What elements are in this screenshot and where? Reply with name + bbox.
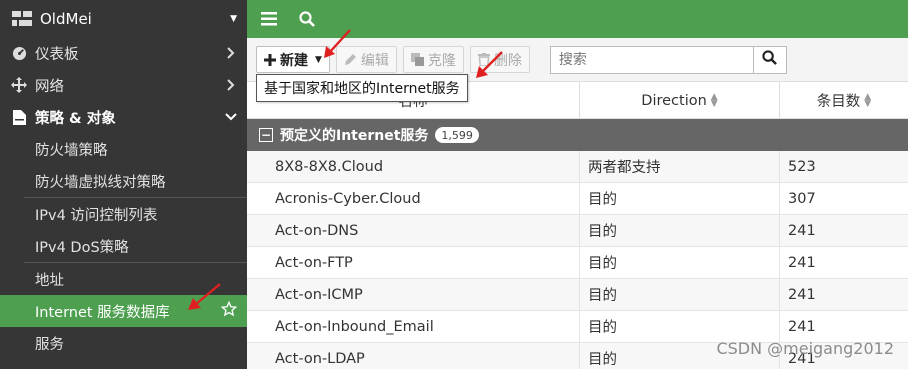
annotation-arrow-icon [324, 29, 351, 58]
search-box [549, 45, 787, 74]
sidebar-item-label: IPv4 访问控制列表 [35, 207, 158, 224]
cell-direction: 两者都支持 [580, 151, 780, 182]
chevron-down-icon: ▼ [230, 13, 237, 24]
document-icon [10, 109, 28, 125]
annotation-arrow-icon [188, 283, 221, 310]
network-icon [10, 77, 28, 93]
table-body: 8X8-8X8.Cloud 两者都支持 523 Acronis-Cyber.Cl… [247, 151, 908, 369]
edit-button-label: 编辑 [360, 52, 389, 69]
chevron-right-icon [225, 47, 237, 59]
sidebar-item-network[interactable]: 网络 [0, 69, 247, 101]
cell-entries: 241 [788, 318, 816, 335]
sidebar-item-firewall-policy[interactable]: 防火墙策略 [0, 133, 247, 165]
search-icon[interactable] [297, 9, 317, 29]
sidebar-item-label: 网络 [35, 78, 64, 95]
column-header-direction[interactable]: Direction ▲ ▼ [580, 82, 780, 119]
cell-name: Act-on-DNS [247, 215, 580, 246]
clone-button[interactable]: 克隆 [402, 46, 464, 73]
device-logo-icon [12, 11, 34, 27]
sidebar-item-services[interactable]: 服务 [0, 327, 247, 359]
group-row[interactable]: − 预定义的Internet服务 1,599 [247, 119, 908, 151]
sidebar-item-dashboard[interactable]: 仪表板 [0, 37, 247, 69]
clone-icon [410, 53, 424, 66]
plus-icon [264, 53, 276, 66]
device-name: OldMei [40, 9, 92, 28]
cell-name: Act-on-FTP [247, 247, 580, 278]
sidebar-item-ipv4-dos-policy[interactable]: IPv4 DoS策略 [0, 230, 247, 262]
cell-direction: 目的 [580, 311, 780, 342]
watermark: CSDN @meigang2012 [716, 339, 894, 358]
table-row[interactable]: Act-on-ICMP 目的 241 [247, 279, 908, 311]
collapse-icon[interactable]: − [259, 128, 273, 142]
cell-entries: 523 [788, 158, 816, 175]
new-button-label: 新建 [280, 52, 308, 69]
cell-name: Act-on-ICMP [247, 279, 580, 310]
cell-direction: 目的 [580, 183, 780, 214]
column-label: Direction [641, 92, 707, 109]
search-icon [762, 50, 778, 69]
sidebar-item-label: IPv4 DoS策略 [35, 239, 129, 256]
annotation-arrow-icon [476, 51, 503, 78]
sidebar-item-label: 防火墙策略 [35, 142, 108, 159]
cell-name: Acronis-Cyber.Cloud [247, 183, 580, 214]
search-input[interactable] [549, 45, 753, 74]
table-row[interactable]: 8X8-8X8.Cloud 两者都支持 523 [247, 151, 908, 183]
cell-direction: 目的 [580, 247, 780, 278]
cell-entries: 241 [788, 222, 816, 239]
cell-entries: 241 [788, 286, 816, 303]
column-header-entries[interactable]: 条目数 ▲ ▼ [780, 82, 908, 119]
sort-icon: ▲ ▼ [710, 91, 718, 109]
cell-direction: 目的 [580, 215, 780, 246]
sidebar-item-label: 仪表板 [35, 46, 79, 63]
clone-button-label: 克隆 [427, 52, 456, 69]
sidebar-item-label: 策略 & 对象 [35, 110, 116, 127]
cell-entries: 241 [788, 254, 816, 271]
sidebar-item-policy-objects[interactable]: 策略 & 对象 [0, 101, 247, 133]
chevron-down-icon [225, 113, 237, 121]
search-button[interactable] [752, 45, 787, 74]
column-label: 条目数 [816, 94, 861, 110]
cell-name: 8X8-8X8.Cloud [247, 151, 580, 182]
table-row[interactable]: Act-on-DNS 目的 241 [247, 215, 908, 247]
cell-direction: 目的 [580, 279, 780, 310]
chevron-right-icon [225, 79, 237, 91]
sidebar-item-ipv4-acl[interactable]: IPv4 访问控制列表 [0, 198, 247, 230]
sort-icon: ▲ ▼ [864, 91, 872, 109]
menu-icon[interactable] [259, 9, 279, 29]
group-label: 预定义的Internet服务 [280, 128, 429, 144]
table-row[interactable]: Acronis-Cyber.Cloud 目的 307 [247, 183, 908, 215]
new-menu-tooltip[interactable]: 基于国家和地区的Internet服务 [256, 74, 468, 102]
device-header[interactable]: OldMei ▼ [0, 0, 247, 37]
cell-name: Act-on-LDAP [247, 343, 580, 369]
table-row[interactable]: Act-on-FTP 目的 241 [247, 247, 908, 279]
sidebar-item-virtual-wire-policy[interactable]: 防火墙虚拟线对策略 [0, 165, 247, 197]
dashboard-icon [10, 46, 28, 61]
group-count-badge: 1,599 [435, 127, 479, 143]
cell-name: Act-on-Inbound_Email [247, 311, 580, 342]
cell-entries: 307 [788, 190, 816, 207]
sidebar-item-label: 服务 [35, 336, 64, 353]
sidebar-item-label: 防火墙虚拟线对策略 [35, 174, 166, 191]
